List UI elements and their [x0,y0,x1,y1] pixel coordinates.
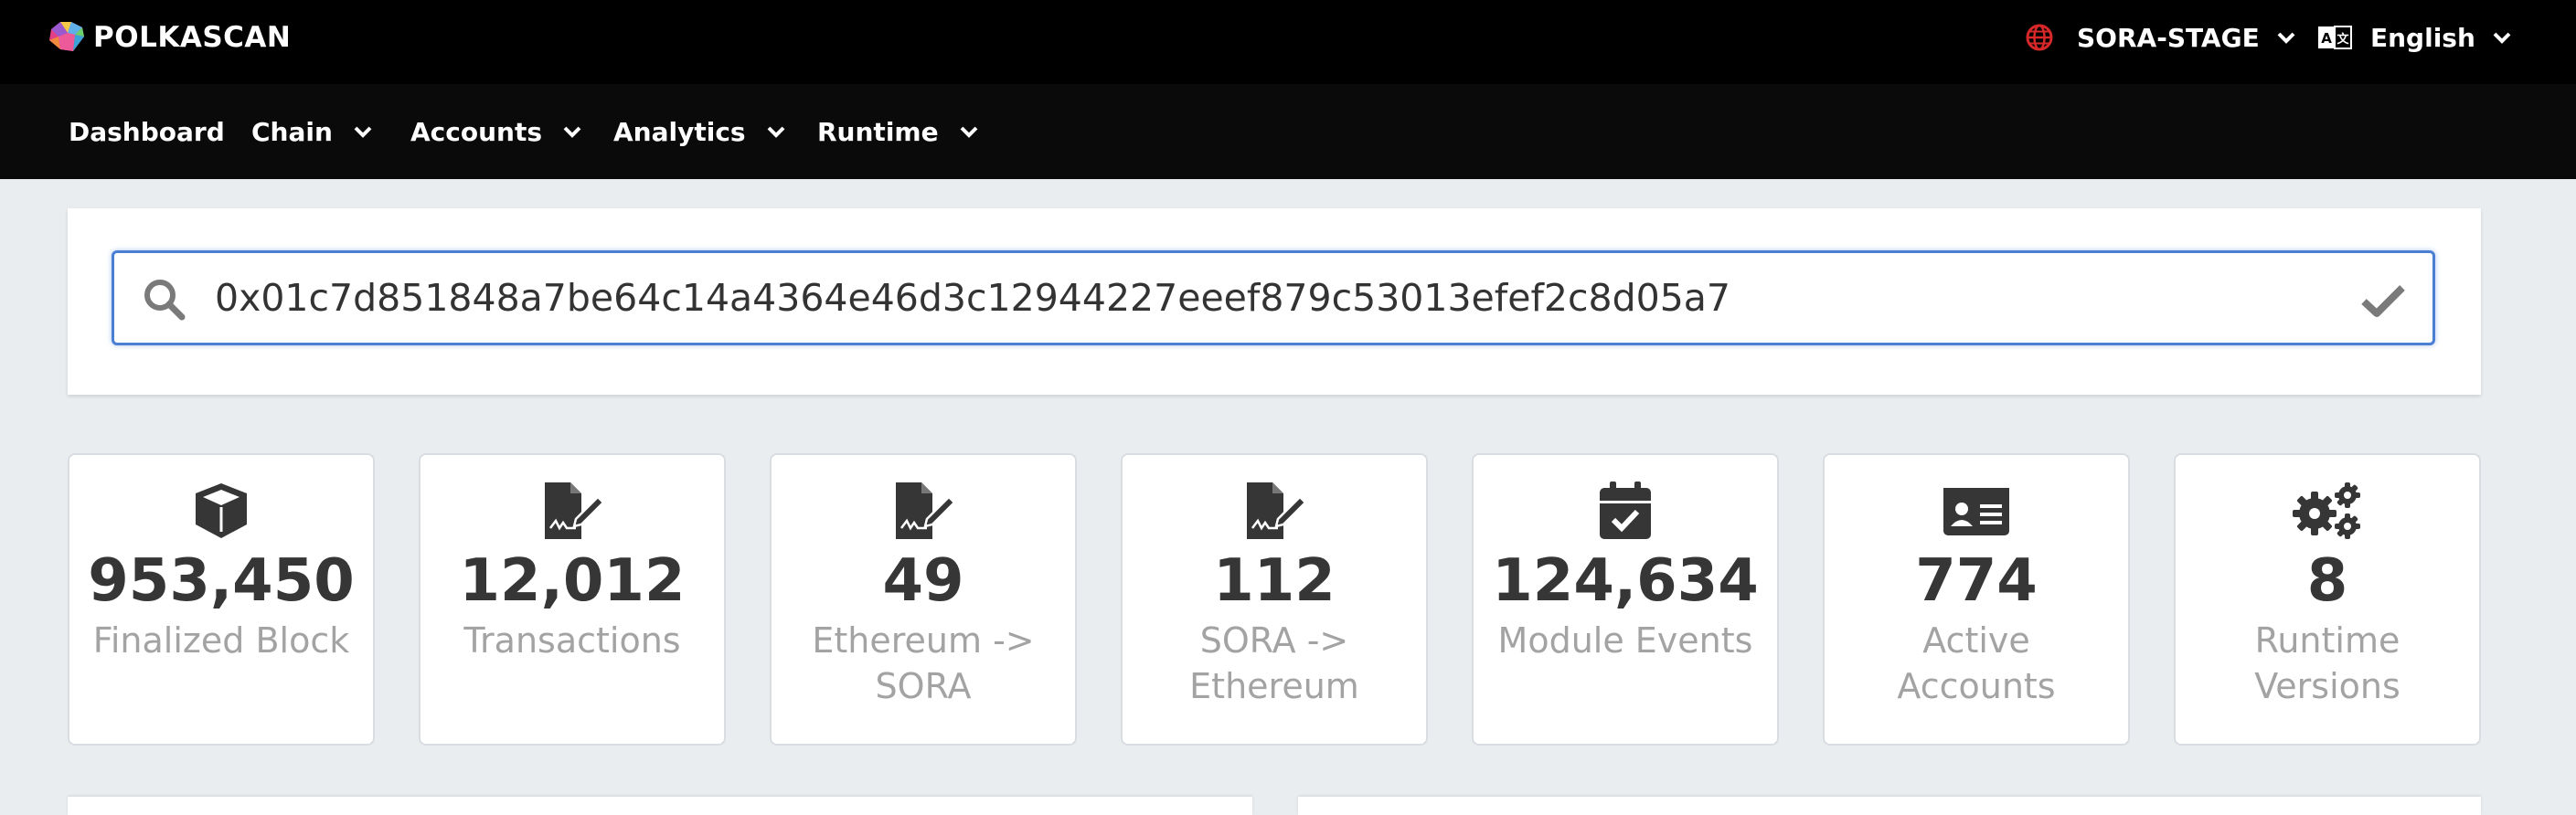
chevron-down-icon [354,126,372,138]
stat-value: 8 [2306,547,2348,615]
search-input[interactable] [215,268,2317,328]
nav-label: Dashboard [69,116,225,147]
stat-label: Transactions [463,620,681,661]
globe-icon [2026,24,2053,51]
nav-label: Chain [251,116,333,147]
main-nav: Dashboard Chain Accounts Analytics Runti… [0,84,2576,179]
stat-value: 953,450 [88,547,355,615]
chevron-down-icon [2277,32,2295,44]
nav-item-accounts[interactable]: Accounts [410,84,582,179]
search-box[interactable] [112,250,2435,345]
top-bar: POLKASCAN SORA-STAGE A 文 English [0,0,2576,84]
stat-card-finalized-block[interactable]: 953,450 Finalized Block [68,453,375,746]
stat-value: 774 [1915,547,2038,615]
stat-label: Active Accounts [1897,620,2056,706]
lower-card-left [68,797,1252,815]
cogs-icon [2293,482,2360,539]
search-icon [144,280,186,321]
stat-card-runtime-versions[interactable]: 8 Runtime Versions [2174,453,2481,746]
language-label: English [2370,22,2475,53]
nav-item-dashboard[interactable]: Dashboard [69,84,225,179]
translate-icon: A 文 [2318,26,2352,49]
stat-card-active-accounts[interactable]: 774 Active Accounts [1823,453,2130,746]
polkascan-logo-icon [49,22,84,51]
chevron-down-icon [767,126,785,138]
chevron-down-icon [2493,32,2511,44]
check-icon[interactable] [2359,282,2407,319]
calendar-check-icon [1600,482,1651,539]
file-signature-icon [896,482,956,539]
stat-value: 49 [882,547,964,615]
stat-label: Runtime Versions [2254,620,2400,706]
stat-label: SORA -> Ethereum [1189,620,1359,706]
file-signature-icon [545,482,605,539]
brand-link[interactable]: POLKASCAN [48,18,291,57]
svg-text:文: 文 [2336,32,2349,47]
stat-card-transactions[interactable]: 12,012 Transactions [419,453,726,746]
brand-name: POLKASCAN [93,21,292,54]
nav-label: Analytics [613,116,746,147]
nav-item-analytics[interactable]: Analytics [613,84,786,179]
nav-label: Accounts [410,116,543,147]
language-selector[interactable]: A 文 English [2317,16,2512,58]
lower-card-right [1298,797,2481,815]
nav-label: Runtime [817,116,939,147]
stat-card-ethereum-to-sora[interactable]: 49 Ethereum -> SORA [770,453,1077,746]
file-signature-icon [1247,482,1307,539]
svg-text:A: A [2321,30,2332,47]
nav-item-runtime[interactable]: Runtime [817,84,979,179]
stat-label: Ethereum -> SORA [812,620,1035,706]
stat-label: Finalized Block [92,620,350,661]
stat-card-module-events[interactable]: 124,634 Module Events [1472,453,1779,746]
stat-value: 112 [1213,547,1336,615]
cube-icon [196,483,247,538]
stat-label: Module Events [1497,620,1753,661]
stat-value: 124,634 [1492,547,1759,615]
search-card [68,208,2481,395]
nav-item-chain[interactable]: Chain [251,84,373,179]
stat-value: 12,012 [459,547,686,615]
network-label: SORA-STAGE [2077,22,2260,53]
id-card-icon [1943,488,2009,535]
network-selector[interactable]: SORA-STAGE [2026,16,2296,58]
stat-card-sora-to-ethereum[interactable]: 112 SORA -> Ethereum [1121,453,1428,746]
chevron-down-icon [960,126,977,138]
chevron-down-icon [563,126,581,138]
